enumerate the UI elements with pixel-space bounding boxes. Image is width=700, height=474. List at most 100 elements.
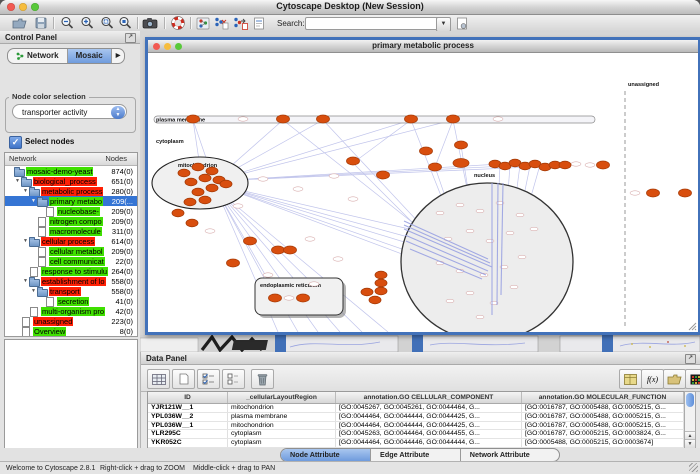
scroll-down-icon[interactable]: ▼ <box>685 439 695 448</box>
table-row[interactable]: YLR295C cytoplasm [GO:0045263, GO:004446… <box>148 430 684 439</box>
tree-row-multi-organism[interactable]: multi-organism pro42(0) <box>5 306 137 316</box>
function-builder-icon[interactable]: f(x) <box>641 369 664 389</box>
snapshot-camera-icon[interactable] <box>141 16 159 30</box>
node-color-attribute-select[interactable]: transporter activity ▲▼ <box>12 104 127 119</box>
zoom-out-icon[interactable] <box>58 16 76 30</box>
table-scrollbar[interactable]: ▲ ▼ <box>684 391 696 449</box>
expander-icon[interactable]: ▼ <box>22 188 29 194</box>
tree-row-mosaic-demo-yeast[interactable]: mosaic-demo-yeast874(0) <box>5 166 137 176</box>
network-canvas[interactable]: plasma membrane cytoplasm mitochondrion … <box>148 53 698 332</box>
col-go-molecular-function[interactable]: annotation.GO MOLECULAR_FUNCTION <box>522 392 684 403</box>
tree-row-primary-metabolic[interactable]: ▼primary metabo209(... <box>5 196 137 206</box>
zoom-in-icon[interactable] <box>78 16 96 30</box>
attribute-matrix-icon[interactable] <box>147 369 170 389</box>
ontology-wizard-icon[interactable] <box>194 16 212 30</box>
attribute-batch-editor-icon[interactable] <box>619 369 642 389</box>
cytoscape-main-window: Cytoscape Desktop (New Session) <box>0 0 700 474</box>
tree-row-metabolic-process[interactable]: ▼metabolic process280(0) <box>5 186 137 196</box>
save-icon[interactable] <box>32 16 50 30</box>
tree-row-cellular-process[interactable]: ▼cellular process614(0) <box>5 236 137 246</box>
import-attributes-icon[interactable] <box>663 369 686 389</box>
open-file-icon[interactable] <box>10 16 28 30</box>
table-row[interactable]: YKR052C cytoplasm [GO:0044464, GO:004444… <box>148 439 684 448</box>
expander-icon[interactable]: ▼ <box>22 278 29 284</box>
tree-row-nitrogen-compound[interactable]: nitrogen compo209(0) <box>5 216 137 226</box>
float-panel-icon[interactable]: ↗ <box>685 354 696 364</box>
merge-network-icon[interactable] <box>231 16 249 30</box>
tree-row-macromolecule[interactable]: macromolecule311(0) <box>5 226 137 236</box>
tree-row-transport[interactable]: ▼transport558(0) <box>5 286 137 296</box>
tab-mosaic[interactable]: Mosaic <box>67 49 111 63</box>
select-nodes-checkbox[interactable]: ✓ <box>9 136 22 149</box>
unselect-attributes-icon[interactable] <box>222 369 245 389</box>
new-attribute-icon[interactable] <box>172 369 195 389</box>
tab-edge-attribute-browser[interactable]: Edge Attribute Browser <box>370 449 460 461</box>
tree-row-biological-process[interactable]: ▼biological_process651(0) <box>5 176 137 186</box>
search-input[interactable] <box>305 17 441 30</box>
toolbar-separator <box>53 17 55 29</box>
plasma-membrane-region[interactable] <box>154 116 595 123</box>
data-panel-title: Data Panel <box>146 354 187 363</box>
tree-row-cellular-metabolic[interactable]: cellular metabol209(0) <box>5 246 137 256</box>
tab-overflow-icon[interactable]: ▶ <box>111 49 125 63</box>
svg-text:unassigned: unassigned <box>628 82 660 88</box>
file-icon <box>21 318 31 325</box>
folder-icon <box>37 198 47 205</box>
tab-node-attribute-browser[interactable]: Node Attribute Browser <box>281 449 370 461</box>
tree-col-network[interactable]: Network <box>9 153 37 165</box>
tree-row-cell-communication[interactable]: cell communicat22(0) <box>5 256 137 266</box>
window-resize-grip-icon[interactable] <box>689 463 698 472</box>
svg-text:nucleus: nucleus <box>474 173 495 179</box>
node-color-attribute-value: transporter activity <box>22 108 87 117</box>
search-label: Search: <box>277 19 305 28</box>
tree-col-nodes[interactable]: Nodes <box>105 153 127 165</box>
col-cellular-layout-region[interactable]: _cellularLayoutRegion <box>228 392 336 403</box>
network-tree-header: Network Nodes <box>5 153 137 166</box>
tree-row-overview[interactable]: Overview8(0) <box>5 326 137 336</box>
heatmap-icon[interactable] <box>685 369 700 389</box>
network-tree: Network Nodes mosaic-demo-yeast874(0) ▼b… <box>4 152 138 337</box>
node-color-selection-legend: Node color selection <box>9 92 89 101</box>
tree-row-secretion[interactable]: secretion41(0) <box>5 296 137 306</box>
network-view-titlebar[interactable]: primary metabolic process <box>148 40 698 53</box>
expander-icon[interactable]: ▼ <box>30 198 37 204</box>
tree-row-response-to-stimulus[interactable]: response to stimulu264(0) <box>5 266 137 276</box>
search-options-icon[interactable] <box>453 16 471 30</box>
tree-row-unassigned[interactable]: unassigned223(0) <box>5 316 137 326</box>
control-panel-header: Control Panel ↗ <box>0 31 140 44</box>
folder-icon <box>29 278 39 285</box>
status-zoom-hint: Right-click + drag to ZOOM <box>100 465 185 472</box>
expander-icon[interactable]: ▼ <box>22 238 29 244</box>
table-row[interactable]: YPL036W__1 mitochondrion [GO:0044464, GO… <box>148 422 684 431</box>
import-network-icon[interactable] <box>212 16 230 30</box>
scrollbar-thumb[interactable] <box>686 393 694 407</box>
data-panel-toolbar: f(x) <box>141 365 700 392</box>
svg-text:cytoplasm: cytoplasm <box>156 139 184 145</box>
table-row[interactable]: YJR121W__1 mitochondrion [GO:0045267, GO… <box>148 404 684 413</box>
col-id[interactable]: ID <box>148 392 228 403</box>
search-dropdown-icon[interactable]: ▼ <box>436 17 451 32</box>
tree-row-establishment-of-localization[interactable]: ▼establishment of lo558(0) <box>5 276 137 286</box>
expander-icon[interactable]: ▼ <box>14 178 21 184</box>
tab-network-attribute-browser[interactable]: Network Attribute Browser <box>460 449 559 461</box>
file-icon <box>29 268 39 275</box>
file-icon <box>45 298 55 305</box>
select-attributes-icon[interactable] <box>197 369 220 389</box>
expander-icon[interactable]: ▼ <box>30 288 37 294</box>
folder-icon <box>37 288 47 295</box>
annotation-document-icon[interactable] <box>250 16 268 30</box>
control-panel-tabs: Network Mosaic ▶ <box>7 48 125 64</box>
status-bar: Welcome to Cytoscape 2.8.1 Right-click +… <box>0 461 700 474</box>
folder-icon <box>14 168 24 175</box>
col-go-cellular-component[interactable]: annotation.GO CELLULAR_COMPONENT <box>336 392 522 403</box>
help-lifesaver-icon[interactable] <box>169 16 187 30</box>
delete-attribute-icon[interactable] <box>251 369 274 389</box>
zoom-selected-icon[interactable] <box>98 16 116 30</box>
frame-resize-grip-icon[interactable] <box>689 323 696 330</box>
float-panel-icon[interactable]: ↗ <box>125 33 136 43</box>
tree-row-nucleobase[interactable]: nucleobase-209(0) <box>5 206 137 216</box>
nucleus-region[interactable] <box>401 183 573 332</box>
table-row[interactable]: YPL036W__2 plasma membrane [GO:0044464, … <box>148 413 684 422</box>
zoom-fit-icon[interactable] <box>116 16 134 30</box>
tab-network[interactable]: Network <box>8 49 67 63</box>
